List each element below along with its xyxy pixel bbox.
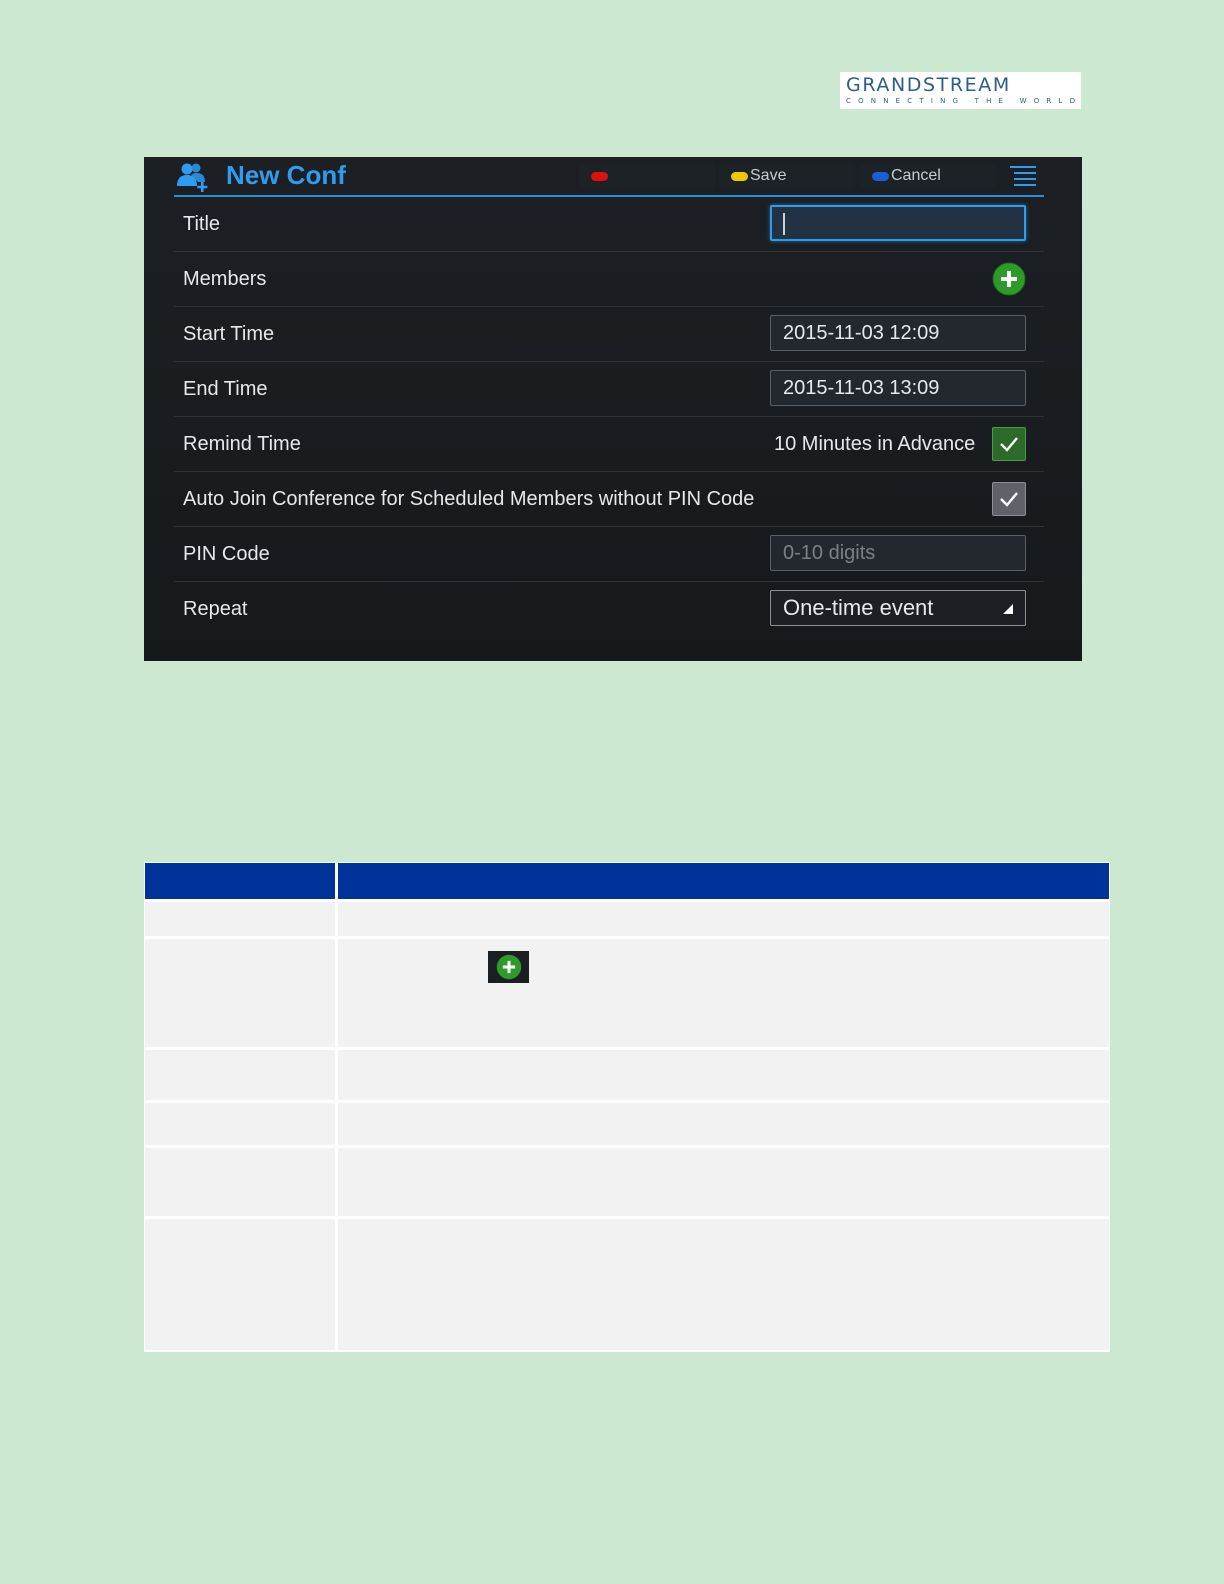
start-time-field[interactable]: 2015-11-03 12:09: [770, 315, 1026, 351]
logo-tagline: CONNECTING THE WORLD: [846, 97, 1083, 105]
auto-join-label: Auto Join Conference for Scheduled Membe…: [183, 488, 755, 510]
text-caret: [783, 213, 785, 235]
members-label: Members: [183, 268, 267, 290]
table-cell: [145, 1103, 335, 1145]
table-cell: [338, 1050, 1109, 1100]
auto-join-checkbox[interactable]: [992, 482, 1026, 516]
new-conf-screen: New Conf Save Cancel Title Members Start…: [144, 157, 1082, 661]
row-end-time: End Time 2015-11-03 13:09: [174, 362, 1044, 417]
cancel-softkey[interactable]: Cancel: [860, 163, 996, 189]
title-input[interactable]: [770, 205, 1026, 241]
save-label: Save: [750, 167, 787, 184]
yellow-key-icon: [731, 171, 748, 181]
row-repeat: Repeat One-time event: [174, 582, 1044, 636]
end-time-field[interactable]: 2015-11-03 13:09: [770, 370, 1026, 406]
title-label: Title: [183, 213, 221, 235]
table-cell: [338, 1103, 1109, 1145]
table-cell: [145, 1219, 335, 1350]
remind-time-value[interactable]: 10 Minutes in Advance: [774, 417, 975, 471]
row-remind-time: Remind Time 10 Minutes in Advance: [174, 417, 1044, 472]
row-title: Title: [174, 197, 1044, 252]
table-cell: [145, 902, 335, 936]
row-pin-code: PIN Code 0-10 digits: [174, 527, 1044, 582]
inline-add-member-image: [488, 951, 529, 983]
table-cell: [338, 1148, 1109, 1216]
pin-code-input[interactable]: 0-10 digits: [770, 535, 1026, 571]
remind-time-label: Remind Time: [183, 433, 301, 455]
logo-name: GRANDSTREAM: [846, 74, 1011, 96]
remind-time-checkbox[interactable]: [992, 427, 1026, 461]
form-rows: Title Members Start Time 2015-11-03 12:0…: [174, 197, 1044, 636]
repeat-value: One-time event: [783, 595, 934, 620]
table-cell: [145, 1148, 335, 1216]
table-header-left: [145, 863, 335, 899]
grandstream-logo: GRANDSTREAM CONNECTING THE WORLD: [840, 72, 1081, 109]
repeat-label: Repeat: [183, 598, 248, 620]
checkmark-icon: [1000, 492, 1018, 507]
table-cell: [338, 1219, 1109, 1350]
row-auto-join: Auto Join Conference for Scheduled Membe…: [174, 472, 1044, 527]
add-member-icon: [496, 954, 521, 980]
repeat-select[interactable]: One-time event: [770, 590, 1026, 626]
row-members: Members: [174, 252, 1044, 307]
blue-key-icon: [872, 171, 889, 181]
cancel-label: Cancel: [891, 167, 941, 184]
parameter-table: [144, 862, 1110, 1352]
add-conference-icon: [177, 163, 208, 192]
table-cell: [145, 1050, 335, 1100]
checkmark-icon: [1000, 437, 1018, 452]
end-time-label: End Time: [183, 378, 268, 400]
pin-code-label: PIN Code: [183, 543, 270, 565]
row-start-time: Start Time 2015-11-03 12:09: [174, 307, 1044, 362]
save-softkey[interactable]: Save: [719, 163, 855, 189]
menu-icon[interactable]: [1010, 165, 1036, 187]
table-cell: [145, 939, 335, 1047]
table-cell: [338, 902, 1109, 936]
start-time-label: Start Time: [183, 323, 275, 345]
softkey-red[interactable]: [579, 163, 715, 189]
table-cell: [338, 939, 1109, 1047]
screen-title: New Conf: [226, 160, 346, 190]
top-bar: New Conf Save Cancel: [174, 157, 1044, 197]
add-member-icon[interactable]: [992, 262, 1026, 296]
dropdown-arrow-icon: [1003, 604, 1013, 614]
red-key-icon: [591, 171, 608, 181]
table-header-right: [338, 863, 1109, 899]
